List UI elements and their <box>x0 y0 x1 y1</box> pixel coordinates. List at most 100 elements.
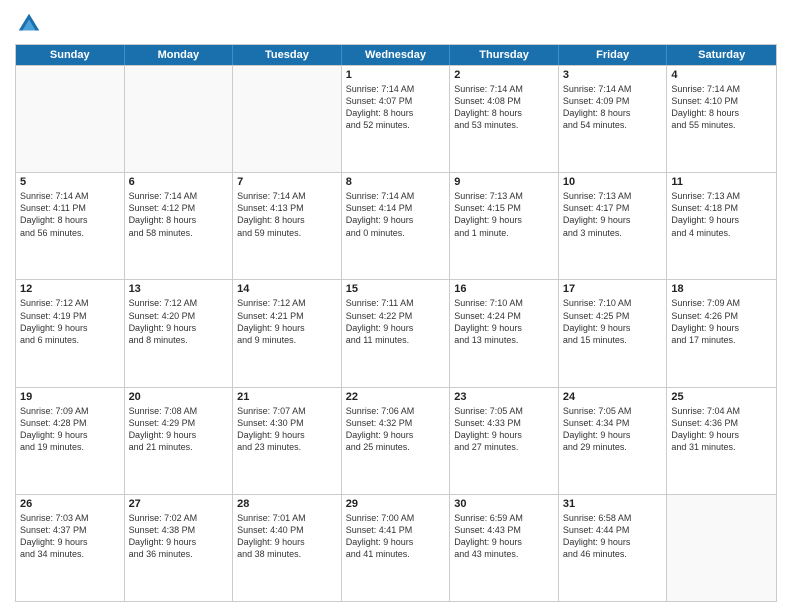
calendar-body: 1 Sunrise: 7:14 AM Sunset: 4:07 PM Daylig… <box>16 65 776 601</box>
day-number: 8 <box>346 176 446 188</box>
day-info: Sunrise: 7:05 AM Sunset: 4:33 PM Dayligh… <box>454 405 554 454</box>
calendar-cell-4-3: 29 Sunrise: 7:00 AM Sunset: 4:41 PM Dayli… <box>342 495 451 601</box>
day-number: 1 <box>346 69 446 81</box>
calendar-cell-0-4: 2 Sunrise: 7:14 AM Sunset: 4:08 PM Daylig… <box>450 66 559 172</box>
calendar-cell-1-6: 11 Sunrise: 7:13 AM Sunset: 4:18 PM Dayli… <box>667 173 776 279</box>
calendar-cell-0-2 <box>233 66 342 172</box>
day-info: Sunrise: 7:07 AM Sunset: 4:30 PM Dayligh… <box>237 405 337 454</box>
day-info: Sunrise: 7:09 AM Sunset: 4:28 PM Dayligh… <box>20 405 120 454</box>
day-info: Sunrise: 7:04 AM Sunset: 4:36 PM Dayligh… <box>671 405 772 454</box>
day-info: Sunrise: 7:10 AM Sunset: 4:25 PM Dayligh… <box>563 297 663 346</box>
day-number: 17 <box>563 283 663 295</box>
day-number: 24 <box>563 391 663 403</box>
logo-icon <box>15 10 43 38</box>
day-info: Sunrise: 7:14 AM Sunset: 4:13 PM Dayligh… <box>237 190 337 239</box>
day-number: 21 <box>237 391 337 403</box>
day-info: Sunrise: 7:14 AM Sunset: 4:09 PM Dayligh… <box>563 83 663 132</box>
day-info: Sunrise: 7:14 AM Sunset: 4:11 PM Dayligh… <box>20 190 120 239</box>
calendar-cell-1-1: 6 Sunrise: 7:14 AM Sunset: 4:12 PM Daylig… <box>125 173 234 279</box>
day-info: Sunrise: 7:00 AM Sunset: 4:41 PM Dayligh… <box>346 512 446 561</box>
calendar-cell-2-2: 14Sunrise: 7:12 AM Sunset: 4:21 PM Dayli… <box>233 280 342 386</box>
calendar-row-1: 5 Sunrise: 7:14 AM Sunset: 4:11 PM Daylig… <box>16 172 776 279</box>
day-number: 5 <box>20 176 120 188</box>
day-number: 28 <box>237 498 337 510</box>
calendar-cell-4-5: 31 Sunrise: 6:58 AM Sunset: 4:44 PM Dayli… <box>559 495 668 601</box>
calendar-cell-2-3: 15Sunrise: 7:11 AM Sunset: 4:22 PM Dayli… <box>342 280 451 386</box>
calendar-cell-2-4: 16 Sunrise: 7:10 AM Sunset: 4:24 PM Dayli… <box>450 280 559 386</box>
calendar-header: SundayMondayTuesdayWednesdayThursdayFrid… <box>16 45 776 65</box>
day-info: Sunrise: 7:14 AM Sunset: 4:07 PM Dayligh… <box>346 83 446 132</box>
day-info: Sunrise: 7:01 AM Sunset: 4:40 PM Dayligh… <box>237 512 337 561</box>
day-number: 31 <box>563 498 663 510</box>
calendar-cell-3-2: 21 Sunrise: 7:07 AM Sunset: 4:30 PM Dayli… <box>233 388 342 494</box>
logo <box>15 10 47 38</box>
day-info: Sunrise: 7:13 AM Sunset: 4:15 PM Dayligh… <box>454 190 554 239</box>
page: SundayMondayTuesdayWednesdayThursdayFrid… <box>0 0 792 612</box>
day-number: 9 <box>454 176 554 188</box>
calendar-cell-0-6: 4Sunrise: 7:14 AM Sunset: 4:10 PM Daylig… <box>667 66 776 172</box>
day-number: 23 <box>454 391 554 403</box>
calendar-cell-1-4: 9 Sunrise: 7:13 AM Sunset: 4:15 PM Daylig… <box>450 173 559 279</box>
day-number: 6 <box>129 176 229 188</box>
day-number: 18 <box>671 283 772 295</box>
calendar-row-0: 1 Sunrise: 7:14 AM Sunset: 4:07 PM Daylig… <box>16 65 776 172</box>
header-day-sunday: Sunday <box>16 45 125 65</box>
calendar-cell-3-6: 25 Sunrise: 7:04 AM Sunset: 4:36 PM Dayli… <box>667 388 776 494</box>
calendar-cell-4-0: 26 Sunrise: 7:03 AM Sunset: 4:37 PM Dayli… <box>16 495 125 601</box>
calendar-cell-1-3: 8Sunrise: 7:14 AM Sunset: 4:14 PM Daylig… <box>342 173 451 279</box>
calendar-cell-3-3: 22Sunrise: 7:06 AM Sunset: 4:32 PM Dayli… <box>342 388 451 494</box>
day-info: Sunrise: 7:02 AM Sunset: 4:38 PM Dayligh… <box>129 512 229 561</box>
day-number: 12 <box>20 283 120 295</box>
calendar-cell-1-2: 7Sunrise: 7:14 AM Sunset: 4:13 PM Daylig… <box>233 173 342 279</box>
day-number: 16 <box>454 283 554 295</box>
calendar-cell-1-0: 5 Sunrise: 7:14 AM Sunset: 4:11 PM Daylig… <box>16 173 125 279</box>
calendar-cell-2-5: 17 Sunrise: 7:10 AM Sunset: 4:25 PM Dayli… <box>559 280 668 386</box>
calendar-cell-4-4: 30 Sunrise: 6:59 AM Sunset: 4:43 PM Dayli… <box>450 495 559 601</box>
day-info: Sunrise: 7:12 AM Sunset: 4:21 PM Dayligh… <box>237 297 337 346</box>
day-number: 11 <box>671 176 772 188</box>
day-info: Sunrise: 7:14 AM Sunset: 4:12 PM Dayligh… <box>129 190 229 239</box>
calendar-cell-4-6 <box>667 495 776 601</box>
day-number: 2 <box>454 69 554 81</box>
day-info: Sunrise: 7:09 AM Sunset: 4:26 PM Dayligh… <box>671 297 772 346</box>
day-info: Sunrise: 7:13 AM Sunset: 4:18 PM Dayligh… <box>671 190 772 239</box>
day-info: Sunrise: 7:03 AM Sunset: 4:37 PM Dayligh… <box>20 512 120 561</box>
calendar-cell-4-2: 28 Sunrise: 7:01 AM Sunset: 4:40 PM Dayli… <box>233 495 342 601</box>
day-info: Sunrise: 7:12 AM Sunset: 4:19 PM Dayligh… <box>20 297 120 346</box>
calendar-cell-2-0: 12 Sunrise: 7:12 AM Sunset: 4:19 PM Dayli… <box>16 280 125 386</box>
day-number: 25 <box>671 391 772 403</box>
calendar-cell-1-5: 10Sunrise: 7:13 AM Sunset: 4:17 PM Dayli… <box>559 173 668 279</box>
day-info: Sunrise: 7:13 AM Sunset: 4:17 PM Dayligh… <box>563 190 663 239</box>
calendar-row-2: 12 Sunrise: 7:12 AM Sunset: 4:19 PM Dayli… <box>16 279 776 386</box>
calendar: SundayMondayTuesdayWednesdayThursdayFrid… <box>15 44 777 602</box>
day-number: 27 <box>129 498 229 510</box>
calendar-cell-3-4: 23 Sunrise: 7:05 AM Sunset: 4:33 PM Dayli… <box>450 388 559 494</box>
day-number: 26 <box>20 498 120 510</box>
calendar-cell-3-1: 20Sunrise: 7:08 AM Sunset: 4:29 PM Dayli… <box>125 388 234 494</box>
day-number: 30 <box>454 498 554 510</box>
header-day-tuesday: Tuesday <box>233 45 342 65</box>
day-info: Sunrise: 7:12 AM Sunset: 4:20 PM Dayligh… <box>129 297 229 346</box>
header-day-friday: Friday <box>559 45 668 65</box>
day-info: Sunrise: 7:10 AM Sunset: 4:24 PM Dayligh… <box>454 297 554 346</box>
calendar-cell-3-5: 24 Sunrise: 7:05 AM Sunset: 4:34 PM Dayli… <box>559 388 668 494</box>
day-info: Sunrise: 7:14 AM Sunset: 4:08 PM Dayligh… <box>454 83 554 132</box>
day-info: Sunrise: 6:59 AM Sunset: 4:43 PM Dayligh… <box>454 512 554 561</box>
calendar-cell-2-1: 13 Sunrise: 7:12 AM Sunset: 4:20 PM Dayli… <box>125 280 234 386</box>
day-info: Sunrise: 7:08 AM Sunset: 4:29 PM Dayligh… <box>129 405 229 454</box>
day-info: Sunrise: 6:58 AM Sunset: 4:44 PM Dayligh… <box>563 512 663 561</box>
day-number: 29 <box>346 498 446 510</box>
day-number: 13 <box>129 283 229 295</box>
day-info: Sunrise: 7:05 AM Sunset: 4:34 PM Dayligh… <box>563 405 663 454</box>
header-day-monday: Monday <box>125 45 234 65</box>
calendar-cell-2-6: 18 Sunrise: 7:09 AM Sunset: 4:26 PM Dayli… <box>667 280 776 386</box>
header-day-wednesday: Wednesday <box>342 45 451 65</box>
calendar-cell-3-0: 19Sunrise: 7:09 AM Sunset: 4:28 PM Dayli… <box>16 388 125 494</box>
calendar-cell-0-5: 3Sunrise: 7:14 AM Sunset: 4:09 PM Daylig… <box>559 66 668 172</box>
day-info: Sunrise: 7:06 AM Sunset: 4:32 PM Dayligh… <box>346 405 446 454</box>
day-number: 4 <box>671 69 772 81</box>
calendar-cell-4-1: 27 Sunrise: 7:02 AM Sunset: 4:38 PM Dayli… <box>125 495 234 601</box>
calendar-row-4: 26 Sunrise: 7:03 AM Sunset: 4:37 PM Dayli… <box>16 494 776 601</box>
header <box>15 10 777 38</box>
calendar-cell-0-3: 1 Sunrise: 7:14 AM Sunset: 4:07 PM Daylig… <box>342 66 451 172</box>
